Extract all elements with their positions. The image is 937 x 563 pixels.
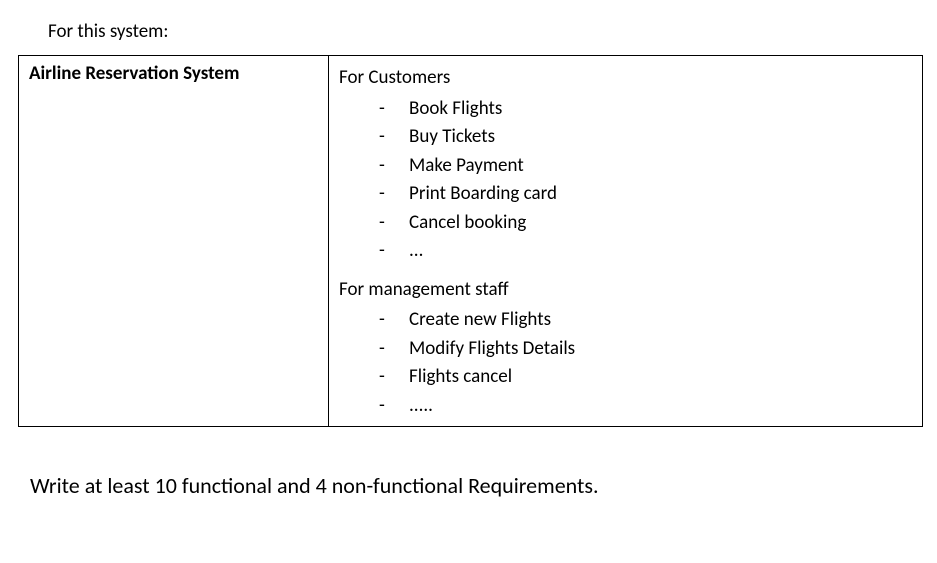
list-item: Flights cancel bbox=[379, 363, 912, 392]
list-item: ..... bbox=[379, 392, 912, 421]
list-item: Make Payment bbox=[379, 152, 912, 181]
management-heading: For management staff bbox=[339, 276, 912, 305]
customers-heading: For Customers bbox=[339, 64, 912, 93]
system-details-cell: For Customers Book Flights Buy Tickets M… bbox=[329, 56, 923, 427]
system-name-cell: Airline Reservation System bbox=[19, 56, 329, 427]
list-item: Cancel booking bbox=[379, 209, 912, 238]
system-table: Airline Reservation System For Customers… bbox=[18, 55, 923, 427]
table-row: Airline Reservation System For Customers… bbox=[19, 56, 923, 427]
customers-list: Book Flights Buy Tickets Make Payment Pr… bbox=[339, 95, 912, 266]
list-item: Book Flights bbox=[379, 95, 912, 124]
system-table-container: Airline Reservation System For Customers… bbox=[18, 55, 923, 427]
management-list: Create new Flights Modify Flights Detail… bbox=[339, 306, 912, 420]
list-item: Buy Tickets bbox=[379, 123, 912, 152]
list-item: Print Boarding card bbox=[379, 180, 912, 209]
list-item: ... bbox=[379, 237, 912, 266]
list-item: Create new Flights bbox=[379, 306, 912, 335]
intro-text: For this system: bbox=[0, 20, 937, 43]
list-item: Modify Flights Details bbox=[379, 335, 912, 364]
instruction-text: Write at least 10 functional and 4 non-f… bbox=[0, 472, 937, 499]
